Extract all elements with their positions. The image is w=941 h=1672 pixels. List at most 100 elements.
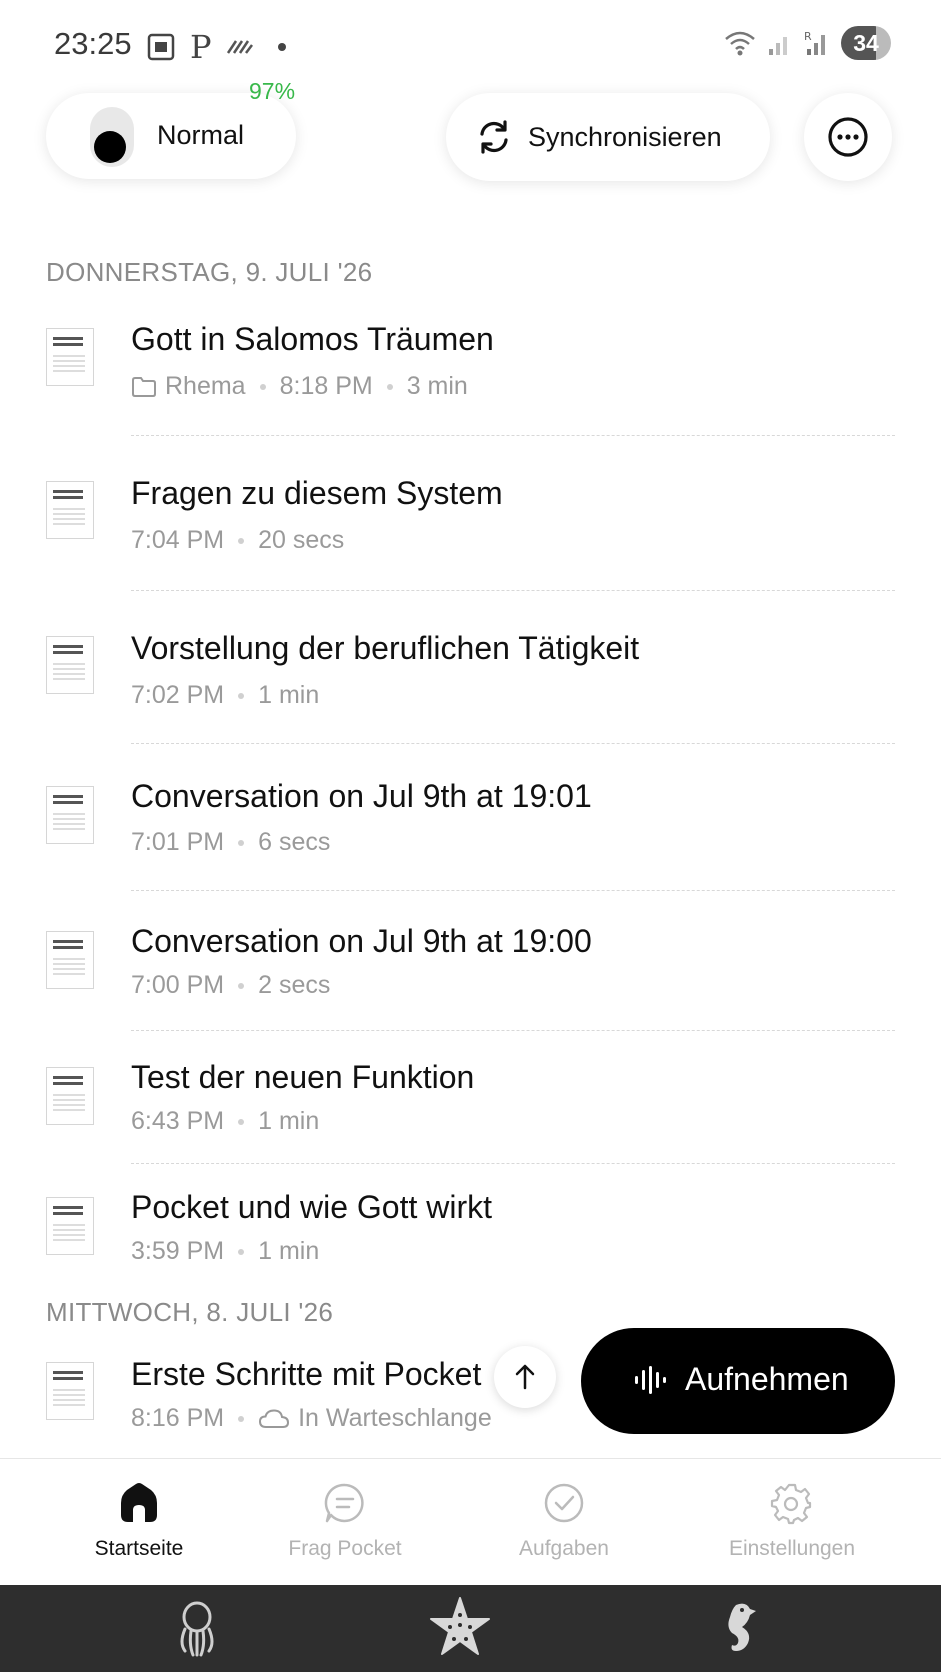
meta-separator <box>238 1248 245 1255</box>
mode-toggle-switch[interactable] <box>90 107 134 167</box>
transcript-thumbnail <box>46 786 94 844</box>
signal-strikes-icon <box>226 40 253 54</box>
item-title: Test der neuen Funktion <box>131 1059 475 1095</box>
meta-separator <box>259 383 266 390</box>
item-time: 8:16 PM <box>131 1404 225 1432</box>
item-title: Erste Schritte mit Pocket <box>131 1356 482 1392</box>
item-meta: 3:59 PM 1 min <box>131 1237 319 1266</box>
item-duration: 1 min <box>258 1237 320 1265</box>
item-duration: 6 secs <box>258 828 331 856</box>
list-item[interactable]: Fragen zu diesem System 7:04 PM 20 secs <box>0 465 941 585</box>
meta-separator <box>238 692 245 699</box>
transcript-thumbnail <box>46 1067 94 1125</box>
list-item[interactable]: Vorstellung der beruflichen Tätigkeit 7:… <box>0 620 941 740</box>
status-time: 23:25 <box>54 26 132 61</box>
record-label: Aufnehmen <box>685 1361 849 1397</box>
item-meta: 7:01 PM 6 secs <box>131 828 330 857</box>
starfish-icon[interactable] <box>428 1595 492 1659</box>
transcript-thumbnail <box>46 636 94 694</box>
list-item[interactable]: Conversation on Jul 9th at 19:00 7:00 PM… <box>0 915 941 1030</box>
tab-ask-pocket[interactable]: Frag Pocket <box>245 1459 445 1586</box>
device-battery-percent: 97% <box>249 78 296 104</box>
mode-toggle-knob <box>94 131 126 163</box>
item-meta: 8:16 PM In Warteschlange <box>131 1404 492 1433</box>
list-item[interactable]: Test der neuen Funktion 6:43 PM 1 min <box>0 1053 941 1163</box>
item-time: 7:04 PM <box>131 526 225 554</box>
record-button[interactable]: Aufnehmen <box>581 1328 895 1434</box>
parking-icon: P <box>190 28 212 66</box>
transcript-thumbnail <box>46 1197 94 1255</box>
tab-home[interactable]: Startseite <box>39 1459 239 1586</box>
list-item[interactable]: Gott in Salomos Träumen Rhema 8:18 PM 3 … <box>0 310 941 440</box>
tab-label: Einstellungen <box>728 1537 856 1560</box>
item-duration: 1 min <box>258 1107 320 1135</box>
scroll-to-top-button[interactable] <box>494 1346 556 1408</box>
more-options-icon <box>828 117 868 157</box>
meta-separator <box>238 982 245 989</box>
wifi-icon <box>725 31 755 56</box>
item-title: Pocket und wie Gott wirkt <box>131 1189 493 1225</box>
divider <box>131 1163 895 1164</box>
item-time: 6:43 PM <box>131 1107 225 1135</box>
item-time: 8:18 PM <box>279 372 373 400</box>
octopus-icon[interactable] <box>175 1599 219 1659</box>
system-nav-bar <box>0 1585 941 1672</box>
divider <box>131 435 895 436</box>
gear-icon <box>770 1483 812 1525</box>
tab-label: Startseite <box>94 1537 184 1560</box>
mode-toggle-pill[interactable]: Normal <box>46 93 296 179</box>
bottom-tab-bar: Startseite Frag Pocket Aufgaben Einstell… <box>0 1458 941 1586</box>
meta-separator <box>386 383 393 390</box>
mode-label: Normal <box>157 120 245 150</box>
meta-separator <box>238 537 245 544</box>
cloud-icon <box>259 1408 290 1428</box>
battery-indicator: 34 <box>841 26 891 60</box>
item-title: Conversation on Jul 9th at 19:01 <box>131 778 592 814</box>
list-item[interactable]: Pocket und wie Gott wirkt 3:59 PM 1 min <box>0 1183 941 1283</box>
more-options-button[interactable] <box>804 93 892 181</box>
folder-icon <box>132 376 156 397</box>
home-icon <box>121 1483 157 1522</box>
section-header-wednesday: MITTWOCH, 8. JULI '26 <box>46 1297 334 1327</box>
item-title: Vorstellung der beruflichen Tätigkeit <box>131 630 640 666</box>
screenshot-icon <box>147 33 175 61</box>
section-header-thursday: DONNERSTAG, 9. JULI '26 <box>46 257 373 287</box>
seahorse-icon[interactable] <box>722 1599 758 1661</box>
divider <box>131 1030 895 1031</box>
item-time: 7:00 PM <box>131 971 225 999</box>
item-title: Fragen zu diesem System <box>131 475 503 511</box>
item-meta: Rhema 8:18 PM 3 min <box>131 372 468 401</box>
item-duration: 20 secs <box>258 526 345 554</box>
svg-text:R: R <box>804 30 812 43</box>
cell-signal-roaming-icon: R <box>804 30 825 55</box>
item-duration: 1 min <box>258 681 320 709</box>
meta-separator <box>238 1415 245 1422</box>
waveform-icon <box>635 1366 666 1394</box>
dot-icon <box>277 43 286 51</box>
tab-label: Aufgaben <box>519 1537 609 1560</box>
item-folder: Rhema <box>165 372 246 400</box>
list-item[interactable]: Conversation on Jul 9th at 19:01 7:01 PM… <box>0 770 941 885</box>
item-meta: 7:00 PM 2 secs <box>131 971 330 1000</box>
status-icons-right: R 34 <box>723 26 891 60</box>
meta-separator <box>238 839 245 846</box>
item-time: 7:01 PM <box>131 828 225 856</box>
divider <box>131 743 895 744</box>
item-meta: 7:02 PM 1 min <box>131 681 319 710</box>
item-meta: 6:43 PM 1 min <box>131 1107 319 1136</box>
transcript-thumbnail <box>46 1362 94 1420</box>
item-time: 3:59 PM <box>131 1237 225 1265</box>
item-time: 7:02 PM <box>131 681 225 709</box>
tab-label: Frag Pocket <box>288 1537 402 1560</box>
arrow-up-icon <box>515 1364 535 1390</box>
sync-button[interactable]: Synchronisieren <box>446 93 770 181</box>
tab-settings[interactable]: Einstellungen <box>692 1459 892 1586</box>
tab-tasks[interactable]: Aufgaben <box>464 1459 664 1586</box>
sync-label: Synchronisieren <box>528 122 722 152</box>
status-icons-left: P <box>146 28 286 66</box>
chat-icon <box>324 1483 364 1523</box>
item-duration: 3 min <box>406 372 468 400</box>
transcript-thumbnail <box>46 328 94 386</box>
status-bar: 23:25 P R 34 <box>0 0 941 90</box>
transcript-thumbnail <box>46 481 94 539</box>
